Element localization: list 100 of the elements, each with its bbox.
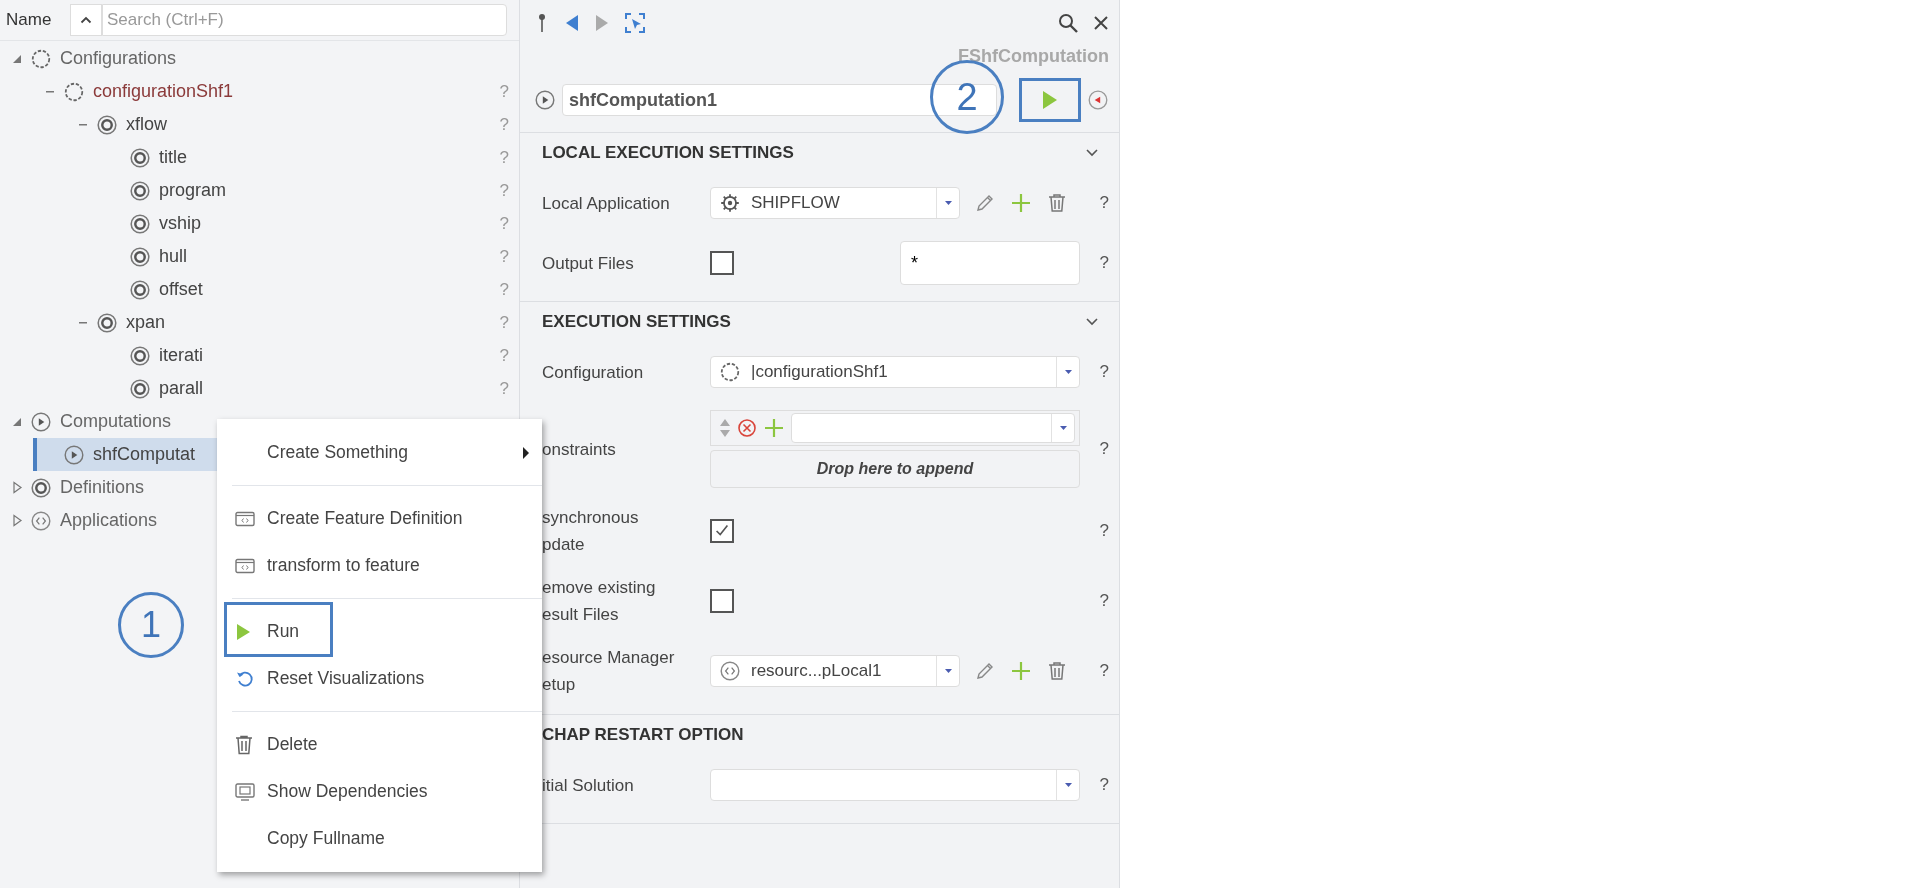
highlight-frame	[1019, 78, 1081, 122]
tree-label: Configurations	[60, 48, 177, 69]
tree-label: shfComputat	[93, 444, 196, 465]
search-icon[interactable]	[1057, 12, 1079, 34]
tree-item[interactable]: program	[103, 174, 235, 207]
help-mark[interactable]: ?	[1099, 775, 1109, 795]
back-arrow-icon[interactable]	[564, 12, 580, 34]
column-header: Name	[6, 10, 53, 30]
callout-number: 1	[118, 592, 184, 658]
checkbox[interactable]	[710, 251, 734, 275]
gear-icon	[719, 192, 741, 214]
help-mark[interactable]: ?	[1099, 439, 1109, 459]
double-circle-icon	[96, 113, 118, 136]
monitor-icon	[235, 782, 255, 801]
trash-icon[interactable]	[1046, 192, 1068, 214]
menu-item[interactable]: Copy Fullname	[217, 815, 542, 862]
play-icon	[235, 622, 251, 641]
dashed-circle-icon	[30, 47, 52, 70]
dashed-circle-icon	[63, 80, 85, 103]
menu-item[interactable]: Show Dependencies	[217, 768, 542, 815]
trash-icon[interactable]	[1046, 660, 1068, 682]
field-label: itial Solution	[542, 774, 635, 797]
tree-item[interactable]: parall	[103, 372, 212, 405]
double-circle-icon	[30, 476, 52, 499]
help-mark[interactable]: ?	[1099, 193, 1109, 213]
double-circle-icon	[129, 278, 151, 301]
tree-label: configurationShf1	[93, 81, 234, 102]
double-circle-icon	[129, 146, 151, 169]
tree-item[interactable]: Configurations	[4, 42, 185, 75]
help-mark[interactable]: ?	[1099, 362, 1109, 382]
field-label: Local Application	[542, 192, 671, 215]
dropdown[interactable]: |configurationShf1	[710, 356, 1080, 388]
tree-label: offset	[159, 279, 203, 300]
text-field[interactable]: *	[900, 241, 1080, 285]
tree-label: Computations	[60, 411, 172, 432]
play-circle-icon	[30, 410, 52, 433]
expand-triangle-icon[interactable]	[11, 481, 23, 494]
tree-item[interactable]: Computations	[4, 405, 180, 438]
help-mark[interactable]: ?	[1099, 591, 1109, 611]
remove-icon[interactable]	[737, 418, 757, 438]
menu-item[interactable]: Run	[217, 608, 542, 655]
checkbox[interactable]	[710, 589, 734, 613]
section-title: CHAP RESTART OPTION	[542, 725, 744, 745]
double-circle-icon	[129, 212, 151, 235]
tree-item[interactable]: offset	[103, 273, 211, 306]
section-title: EXECUTION SETTINGS	[542, 312, 731, 332]
sort-arrows-icon[interactable]	[719, 417, 731, 439]
tree-item[interactable]: xflow	[70, 108, 175, 141]
chevron-down-icon[interactable]	[1085, 148, 1099, 158]
menu-item[interactable]: Reset Visualizations	[217, 655, 542, 702]
tree-item[interactable]: xpan	[70, 306, 174, 339]
tree-label: Definitions	[60, 477, 145, 498]
menu-item[interactable]: Create Feature Definition	[217, 495, 542, 542]
submenu-arrow-icon	[522, 445, 530, 460]
select-cursor-icon[interactable]	[624, 12, 646, 34]
tree-item[interactable]: iterati	[103, 339, 211, 372]
field-label: onstraints	[542, 438, 617, 461]
play-circle-icon	[63, 443, 85, 466]
dropdown-arrow-icon	[943, 200, 953, 206]
stop-circle-icon[interactable]	[1087, 89, 1109, 111]
code-circle-icon	[719, 660, 741, 682]
tree-item[interactable]: vship	[103, 207, 210, 240]
checkbox[interactable]	[710, 519, 734, 543]
tree-item[interactable]: Definitions	[4, 471, 153, 504]
forward-arrow-icon[interactable]	[594, 12, 610, 34]
dropdown[interactable]: resourc...pLocal1	[710, 655, 960, 687]
dropdown-arrow-icon	[1058, 425, 1068, 431]
double-circle-icon	[96, 311, 118, 334]
menu-item[interactable]: Create Something	[217, 429, 542, 476]
sort-button[interactable]	[70, 4, 102, 36]
caret-up-icon	[80, 16, 92, 24]
chevron-down-icon[interactable]	[1085, 317, 1099, 327]
double-circle-icon	[129, 179, 151, 202]
dropdown-arrow-icon	[1063, 369, 1073, 375]
tree-item[interactable]: Applications	[4, 504, 166, 537]
section-title: LOCAL EXECUTION SETTINGS	[542, 143, 794, 163]
tree-item[interactable]: title	[103, 141, 195, 174]
menu-item[interactable]: Delete	[217, 721, 542, 768]
help-mark[interactable]: ?	[1099, 253, 1109, 273]
tree-label: parall	[159, 378, 204, 399]
search-field[interactable]: Search (Ctrl+F)	[102, 4, 507, 36]
play-circle-icon	[534, 89, 556, 111]
tree-item[interactable]: hull	[103, 240, 196, 273]
tree-label: xpan	[126, 312, 166, 333]
tree-label: iterati	[159, 345, 203, 366]
field-label: synchronous pdate	[542, 507, 640, 556]
tree-label: title	[159, 147, 187, 168]
help-mark[interactable]: ?	[1099, 661, 1109, 681]
window-icon	[235, 510, 255, 527]
expand-triangle-icon[interactable]	[11, 514, 23, 527]
help-mark[interactable]: ?	[1099, 521, 1109, 541]
tree-label: hull	[159, 246, 188, 267]
dropdown[interactable]: SHIPFLOW	[710, 187, 960, 219]
field-label: esource Manager etup	[542, 647, 676, 696]
tree-label: vship	[159, 213, 202, 234]
drop-zone[interactable]: Drop here to append	[710, 450, 1080, 488]
tree-item[interactable]: configurationShf1	[37, 75, 242, 108]
code-circle-icon	[30, 509, 52, 532]
menu-item[interactable]: transform to feature	[217, 542, 542, 589]
window-icon	[235, 557, 255, 574]
